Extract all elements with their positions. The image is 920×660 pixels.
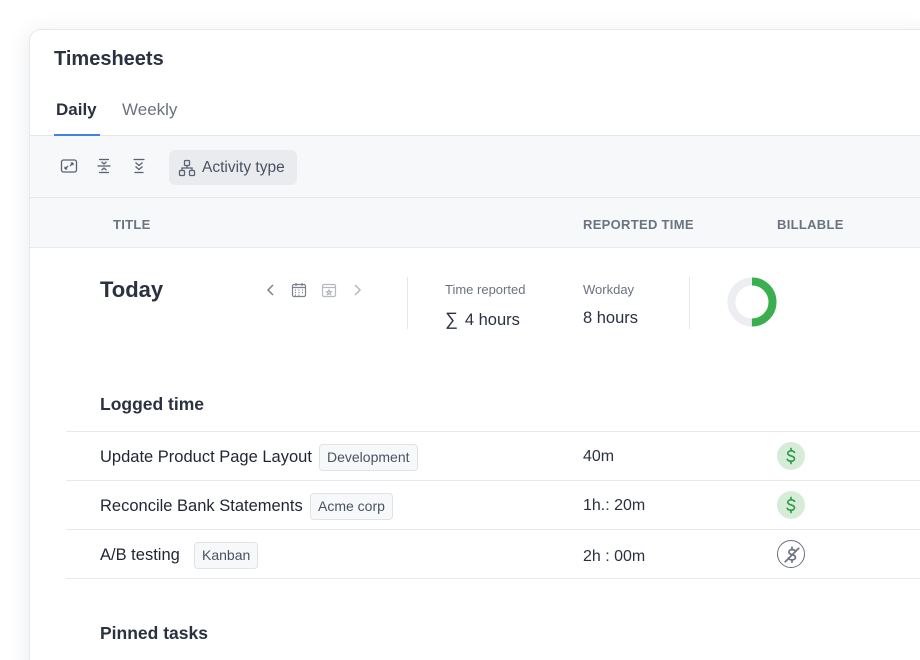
time-reported-value: ∑ 4 hours <box>445 309 520 330</box>
row-divider <box>66 578 920 579</box>
row-time: 1h.: 20m <box>583 497 646 514</box>
collapse-all-icon[interactable] <box>130 157 148 175</box>
tag-chip[interactable]: Kanban <box>194 542 259 569</box>
row-divider <box>66 480 920 481</box>
logged-time-title: Logged time <box>100 394 205 414</box>
pinned-tasks-title: Pinned tasks <box>100 623 208 643</box>
row-divider <box>66 431 920 432</box>
calendar-icon[interactable] <box>291 282 307 298</box>
row-divider <box>66 529 920 530</box>
row-time: 2h : 00m <box>583 548 646 565</box>
row-title[interactable]: A/B testing <box>100 546 180 565</box>
billable-icon[interactable] <box>777 491 805 519</box>
tab-bar: Daily Weekly <box>30 94 920 136</box>
chevron-right-icon[interactable] <box>349 282 365 298</box>
workday-value: 8 hours <box>583 309 639 327</box>
divider <box>407 277 408 329</box>
expand-icon[interactable] <box>60 157 78 175</box>
page-title: Timesheets <box>54 48 164 70</box>
divider <box>689 277 690 329</box>
workday-label: Workday <box>583 282 635 297</box>
sigma-icon: ∑ <box>445 309 458 329</box>
tab-weekly[interactable]: Weekly <box>122 100 177 120</box>
day-heading: Today <box>100 277 164 302</box>
billable-icon[interactable] <box>777 442 805 470</box>
hierarchy-icon <box>178 159 196 177</box>
time-reported-label: Time reported <box>445 282 526 297</box>
col-reported-time: REPORTED TIME <box>583 217 694 232</box>
today-calendar-icon[interactable] <box>321 282 337 298</box>
time-reported-text: 4 hours <box>464 311 520 329</box>
toolbar: Activity type <box>30 136 920 198</box>
row-time: 40m <box>583 448 615 465</box>
activity-type-label: Activity type <box>202 158 285 176</box>
collapse-rows-icon[interactable] <box>95 157 113 175</box>
timesheets-panel: Timesheets Daily Weekly Activity type TI… <box>29 29 920 660</box>
not-billable-icon[interactable] <box>777 540 805 568</box>
tag-chip[interactable]: Development <box>319 444 418 471</box>
tag-chip[interactable]: Acme corp <box>310 493 393 520</box>
tab-daily[interactable]: Daily <box>56 100 97 120</box>
col-billable: BILLABLE <box>777 217 844 232</box>
activity-type-button[interactable]: Activity type <box>169 150 297 185</box>
progress-donut <box>727 277 777 327</box>
column-header: TITLE REPORTED TIME BILLABLE <box>30 198 920 248</box>
col-title: TITLE <box>113 217 151 232</box>
row-title[interactable]: Update Product Page Layout <box>100 448 312 467</box>
row-title[interactable]: Reconcile Bank Statements <box>100 497 303 516</box>
chevron-left-icon[interactable] <box>263 282 279 298</box>
